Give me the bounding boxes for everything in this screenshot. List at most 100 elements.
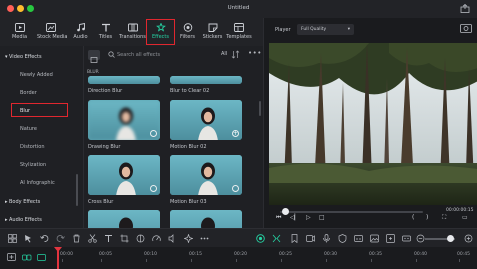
sidebar-item-video-effects[interactable]: ▾ Video Effects <box>0 50 82 64</box>
zoom-out-icon[interactable] <box>416 234 425 243</box>
model-image <box>198 162 218 195</box>
more-options-button[interactable]: ••• <box>248 49 262 57</box>
zoom-in-icon[interactable] <box>464 234 473 243</box>
track-visibility-icon[interactable] <box>37 253 47 262</box>
sidebar-item-audio-effects[interactable]: ▸ Audio Effects <box>0 213 82 227</box>
add-track-icon[interactable] <box>7 253 17 262</box>
tab-transitions[interactable]: Transitions <box>118 20 147 44</box>
link-icon[interactable] <box>22 253 32 262</box>
tab-stock-media-label: Stock Media <box>37 34 68 40</box>
app-window: Untitled Media Stock Media Audio Titles … <box>0 0 477 269</box>
tab-templates-label: Templates <box>226 34 252 40</box>
more-tools-icon[interactable] <box>200 234 209 243</box>
chevron-right-icon: ▸ <box>5 199 8 205</box>
ai-icon[interactable] <box>184 234 193 243</box>
delete-icon[interactable] <box>72 234 81 243</box>
effects-icon <box>155 23 166 32</box>
zoom-slider-knob[interactable] <box>447 235 454 242</box>
sidebar-item-distortion[interactable]: Distortion <box>0 140 82 154</box>
download-icon[interactable] <box>150 130 157 137</box>
tab-stickers[interactable]: Stickers <box>199 20 226 44</box>
ruler-tick-label: 00:15 <box>189 252 202 257</box>
sidebar-item-nature[interactable]: Nature <box>0 122 82 136</box>
effect-card[interactable]: Drawing Blur <box>88 100 160 150</box>
sidebar-item-ai-infographic[interactable]: AI Infographic <box>0 176 82 190</box>
effect-card[interactable]: Motion Blur 03 <box>170 155 242 205</box>
video-preview[interactable] <box>269 43 477 205</box>
effect-card[interactable] <box>88 210 160 228</box>
download-icon[interactable] <box>232 185 239 192</box>
effect-thumbnail <box>170 210 242 228</box>
search-input[interactable] <box>117 50 217 60</box>
quality-dropdown[interactable]: Full Quality ▾ <box>297 24 354 35</box>
shield-icon[interactable] <box>338 234 347 243</box>
model-image <box>201 217 215 228</box>
display-icon[interactable]: ▭ <box>462 214 468 221</box>
undo-icon[interactable] <box>40 234 49 243</box>
redo-icon[interactable] <box>56 234 65 243</box>
fullscreen-icon[interactable]: ⛶ <box>442 214 446 222</box>
quality-value: Full Quality <box>301 27 327 32</box>
timeline-ruler[interactable]: 00:00 00:05 00:10 00:15 00:20 00:25 00:3… <box>0 247 477 269</box>
sidebar-item-border[interactable]: Border <box>0 86 82 100</box>
tab-templates[interactable]: Templates <box>225 20 253 44</box>
tab-titles[interactable]: Titles <box>92 20 119 44</box>
sidebar-item-newly-added[interactable]: Newly Added <box>0 68 82 82</box>
effect-card[interactable]: + Motion Blur 02 <box>170 100 242 150</box>
chevron-down-icon: ▾ <box>347 27 350 32</box>
select-icon[interactable] <box>24 234 33 243</box>
sidebar-item-blur[interactable]: Blur <box>11 103 68 117</box>
effect-card[interactable]: Blur to Clear 02 <box>170 76 242 94</box>
tab-media[interactable]: Media <box>6 20 33 44</box>
tab-audio[interactable]: Audio <box>67 20 94 44</box>
sidebar-scrollbar[interactable] <box>76 174 78 206</box>
sidebar-item-body-effects[interactable]: ▸ Body Effects <box>0 195 82 209</box>
filters-icon <box>183 23 192 32</box>
snap-icon[interactable] <box>272 234 281 243</box>
folder-icon <box>90 57 98 63</box>
sort-icon[interactable] <box>231 50 240 59</box>
export-icon[interactable] <box>460 4 470 13</box>
marker-icon[interactable] <box>290 234 299 243</box>
sidebar-item-stylization[interactable]: Stylization <box>0 158 82 172</box>
tab-effects[interactable]: Effects <box>146 19 175 45</box>
more-icon[interactable] <box>402 234 411 243</box>
layout-icon[interactable] <box>8 234 17 243</box>
filter-all-dropdown[interactable]: All <box>221 51 227 57</box>
model-image <box>198 107 218 140</box>
skip-back-icon[interactable]: ⏮ <box>276 214 281 222</box>
panel-toggle-button[interactable] <box>88 50 100 63</box>
image-icon[interactable] <box>370 234 379 243</box>
step-back-icon[interactable]: ◁▏ <box>290 214 299 221</box>
effect-card[interactable]: Direction Blur <box>88 76 160 94</box>
playback-progress-track[interactable] <box>280 211 423 213</box>
mark-out-icon[interactable]: ) <box>426 214 428 221</box>
tab-stock-media[interactable]: Stock Media <box>37 20 68 44</box>
play-icon[interactable]: ▷ <box>306 214 311 221</box>
split-icon[interactable] <box>88 234 97 243</box>
text-icon[interactable] <box>104 234 113 243</box>
crop-icon[interactable] <box>120 234 129 243</box>
stop-icon[interactable]: □ <box>319 214 325 221</box>
tab-filters[interactable]: Filters <box>174 20 201 44</box>
media-icon <box>14 23 25 32</box>
color-icon[interactable] <box>136 234 145 243</box>
effect-card[interactable] <box>170 210 242 228</box>
playback-progress-knob[interactable] <box>281 208 289 215</box>
snapshot-icon[interactable] <box>460 23 472 33</box>
audio-adjust-icon[interactable] <box>168 234 177 243</box>
grid-scrollbar[interactable] <box>259 101 261 116</box>
voiceover-icon[interactable] <box>322 234 331 243</box>
record-icon[interactable] <box>306 234 315 243</box>
subtitle-icon[interactable] <box>354 234 363 243</box>
mark-in-icon[interactable]: ( <box>412 214 414 221</box>
add-icon[interactable]: + <box>232 130 239 137</box>
auto-ripple-icon[interactable] <box>256 234 265 243</box>
speed-icon[interactable] <box>152 234 161 243</box>
model-image <box>116 162 136 195</box>
export-frame-icon[interactable] <box>386 234 395 243</box>
download-icon[interactable] <box>150 185 157 192</box>
effect-card[interactable]: Cross Blur <box>88 155 160 205</box>
effect-thumbnail <box>170 155 242 195</box>
ruler-tick-mark <box>281 259 282 262</box>
